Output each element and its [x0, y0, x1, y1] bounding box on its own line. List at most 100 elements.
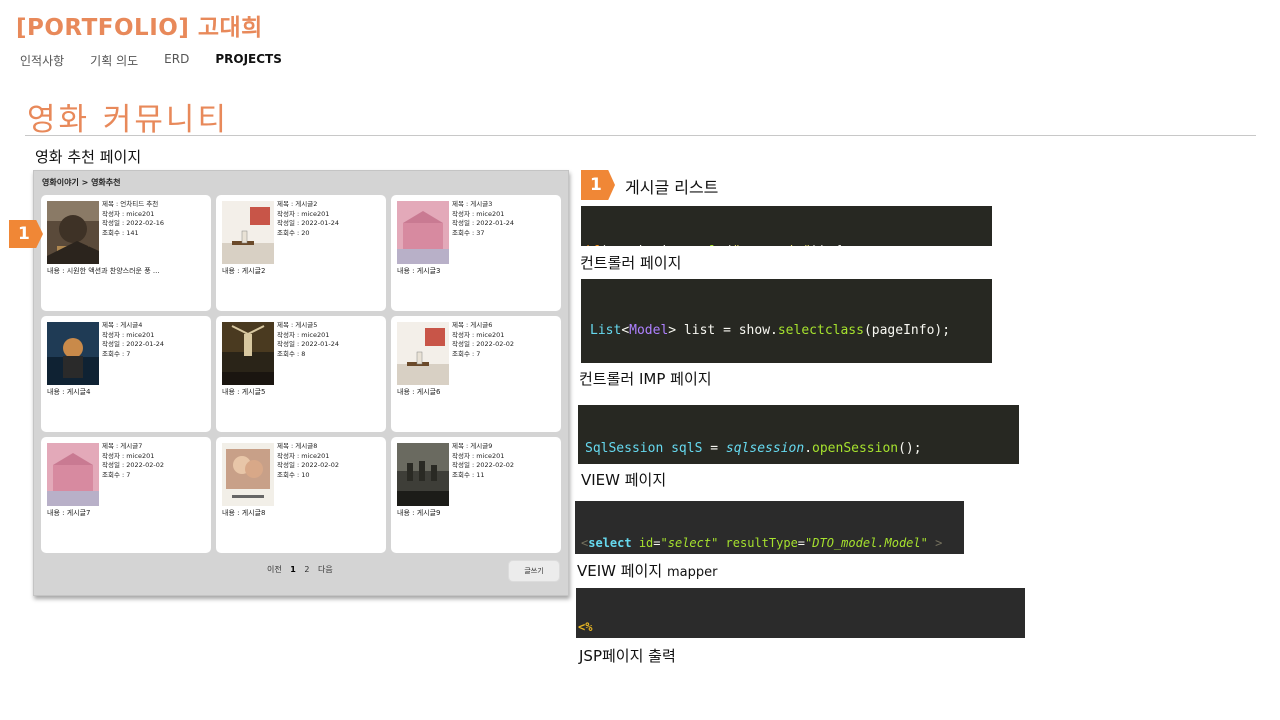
- post-content: 내용 : 게시글8: [222, 509, 266, 517]
- post-poster[interactable]: [47, 201, 99, 264]
- post-content: 내용 : 게시글3: [397, 267, 441, 275]
- step-badge-left: 1: [9, 220, 43, 248]
- caption-mapper-suffix: mapper: [666, 565, 718, 580]
- post-poster[interactable]: [47, 443, 99, 506]
- post-content: 내용 : 게시글5: [222, 388, 266, 396]
- post-views: 조회수 : 11: [452, 470, 485, 479]
- code-line: <select id="select" resultType="DTO_mode…: [581, 536, 943, 550]
- post-poster[interactable]: [47, 322, 99, 385]
- post-poster[interactable]: [222, 201, 274, 264]
- caption-controller-imp: 컨트롤러 IMP 페이지: [579, 370, 712, 388]
- nav-item-projects[interactable]: PROJECTS: [215, 52, 282, 69]
- post-card[interactable]: 제목 : 게시글4 작성자 : mice201 작성일 : 2022-01-24 조회…: [41, 316, 211, 432]
- post-author: 작성자 : mice201: [452, 330, 505, 339]
- code-line: if(reccheck.equals("recmovie")) {: [584, 243, 992, 246]
- post-title[interactable]: 제목 : 게시글4: [102, 321, 164, 331]
- post-author: 작성자 : mice201: [277, 330, 330, 339]
- post-date: 작성일 : 2022-01-24: [452, 219, 515, 227]
- post-meta: 제목 : 언차티드 추천 작성자 : mice201 작성일 : 2022-02-1…: [102, 200, 164, 238]
- post-poster[interactable]: [397, 322, 449, 385]
- post-meta: 제목 : 게시글5 작성자 : mice201 작성일 : 2022-01-24 조회…: [277, 321, 339, 359]
- post-views: 조회수 : 20: [277, 228, 310, 237]
- code-line: List<Model> list = show.selectclass(page…: [590, 323, 951, 338]
- post-card[interactable]: 제목 : 게시글8 작성자 : mice201 작성일 : 2022-02-02 조회…: [216, 437, 386, 553]
- post-views: 조회수 : 141: [102, 228, 139, 237]
- post-card[interactable]: 제목 : 게시글6 작성자 : mice201 작성일 : 2022-02-02 조회…: [391, 316, 561, 432]
- post-date: 작성일 : 2022-01-24: [277, 340, 340, 348]
- caption-mapper-main: VEIW 페이지: [577, 562, 663, 580]
- pager-page-2[interactable]: 2: [304, 565, 309, 574]
- post-poster[interactable]: [397, 201, 449, 264]
- post-meta: 제목 : 게시글7 작성자 : mice201 작성일 : 2022-02-02 조회…: [102, 442, 164, 480]
- post-date: 작성일 : 2022-02-02: [452, 461, 515, 469]
- breadcrumb: 영화이야기 > 영화추천: [42, 178, 121, 187]
- post-meta: 제목 : 게시글3 작성자 : mice201 작성일 : 2022-01-24 조회…: [452, 200, 514, 238]
- post-title[interactable]: 제목 : 게시글9: [452, 442, 514, 452]
- nav-item-erd[interactable]: ERD: [164, 52, 189, 69]
- post-card[interactable]: 제목 : 게시글3 작성자 : mice201 작성일 : 2022-01-24 조회…: [391, 195, 561, 311]
- post-meta: 제목 : 게시글6 작성자 : mice201 작성일 : 2022-02-02 조회…: [452, 321, 514, 359]
- post-author: 작성자 : mice201: [102, 451, 155, 460]
- code-line: SqlSession sqlS = sqlsession.openSession…: [585, 441, 922, 456]
- pager-page-1[interactable]: 1: [290, 565, 296, 574]
- post-title[interactable]: 제목 : 게시글3: [452, 200, 514, 210]
- post-card[interactable]: 제목 : 게시글5 작성자 : mice201 작성일 : 2022-01-24 조회…: [216, 316, 386, 432]
- section-divider: [25, 135, 1256, 136]
- post-card[interactable]: 제목 : 게시글7 작성자 : mice201 작성일 : 2022-02-02 조회…: [41, 437, 211, 553]
- view-code-block: SqlSession sqlS = sqlsession.openSession…: [578, 405, 1019, 464]
- post-date: 작성일 : 2022-02-02: [452, 340, 515, 348]
- post-poster[interactable]: [222, 443, 274, 506]
- controller-imp-code-block: List<Model> list = show.selectclass(page…: [581, 279, 992, 363]
- post-poster[interactable]: [222, 322, 274, 385]
- post-author: 작성자 : mice201: [277, 209, 330, 218]
- post-title[interactable]: 제목 : 언차티드 추천: [102, 200, 164, 210]
- post-title[interactable]: 제목 : 게시글2: [277, 200, 339, 210]
- post-content: 내용 : 게시글6: [397, 388, 441, 396]
- post-content: 내용 : 게시글2: [222, 267, 266, 275]
- section-title: 영화 커뮤니티: [27, 102, 229, 138]
- post-grid: 제목 : 언차티드 추천 작성자 : mice201 작성일 : 2022-02-1…: [41, 195, 561, 553]
- pager-next[interactable]: 다음: [318, 565, 333, 574]
- caption-view: VIEW 페이지: [581, 471, 667, 489]
- pagination: 이전 1 2 다음: [267, 564, 339, 575]
- post-meta: 제목 : 게시글2 작성자 : mice201 작성일 : 2022-01-24 조회…: [277, 200, 339, 238]
- post-card[interactable]: 제목 : 언차티드 추천 작성자 : mice201 작성일 : 2022-02-1…: [41, 195, 211, 311]
- top-nav: 인적사항 기획 의도 ERD PROJECTS: [20, 52, 308, 69]
- post-poster[interactable]: [397, 443, 449, 506]
- post-views: 조회수 : 37: [452, 228, 485, 237]
- write-post-button[interactable]: 글쓰기: [508, 560, 560, 582]
- post-views: 조회수 : 7: [452, 349, 481, 358]
- post-author: 작성자 : mice201: [452, 451, 505, 460]
- caption-jsp: JSP페이지 출력: [579, 647, 676, 665]
- post-title[interactable]: 제목 : 게시글7: [102, 442, 164, 452]
- post-views: 조회수 : 8: [277, 349, 306, 358]
- post-author: 작성자 : mice201: [102, 209, 155, 218]
- nav-item-planning[interactable]: 기획 의도: [90, 52, 138, 69]
- post-card[interactable]: 제목 : 게시글2 작성자 : mice201 작성일 : 2022-01-24 조회…: [216, 195, 386, 311]
- post-author: 작성자 : mice201: [102, 330, 155, 339]
- post-content: 내용 : 게시글7: [47, 509, 91, 517]
- pager-prev[interactable]: 이전: [267, 565, 282, 574]
- post-views: 조회수 : 7: [102, 470, 131, 479]
- post-title[interactable]: 제목 : 게시글5: [277, 321, 339, 331]
- post-title[interactable]: 제목 : 게시글8: [277, 442, 339, 452]
- post-content: 내용 : 시원한 액션과 찬양스러운 풍 ...: [47, 267, 160, 275]
- post-meta: 제목 : 게시글8 작성자 : mice201 작성일 : 2022-02-02 조회…: [277, 442, 339, 480]
- post-meta: 제목 : 게시글9 작성자 : mice201 작성일 : 2022-02-02 조회…: [452, 442, 514, 480]
- post-content: 내용 : 게시글9: [397, 509, 441, 517]
- post-content: 내용 : 게시글4: [47, 388, 91, 396]
- post-views: 조회수 : 7: [102, 349, 131, 358]
- post-views: 조회수 : 10: [277, 470, 310, 479]
- portfolio-title: [PORTFOLIO] 고대희: [16, 15, 263, 41]
- post-author: 작성자 : mice201: [277, 451, 330, 460]
- controller-code-block: if(reccheck.equals("recmovie")) { BoardL…: [581, 206, 992, 246]
- caption-controller: 컨트롤러 페이지: [580, 254, 682, 272]
- recommend-page-screenshot: 영화이야기 > 영화추천 제목 : 언차티드 추천 작성자 : mice201 작성…: [33, 170, 569, 596]
- nav-item-profile[interactable]: 인적사항: [20, 52, 64, 69]
- post-date: 작성일 : 2022-02-02: [277, 461, 340, 469]
- mapper-code-block: <select id="select" resultType="DTO_mode…: [575, 501, 964, 554]
- post-author: 작성자 : mice201: [452, 209, 505, 218]
- post-card[interactable]: 제목 : 게시글9 작성자 : mice201 작성일 : 2022-02-02 조회…: [391, 437, 561, 553]
- step-badge-right: 1: [581, 170, 615, 200]
- post-title[interactable]: 제목 : 게시글6: [452, 321, 514, 331]
